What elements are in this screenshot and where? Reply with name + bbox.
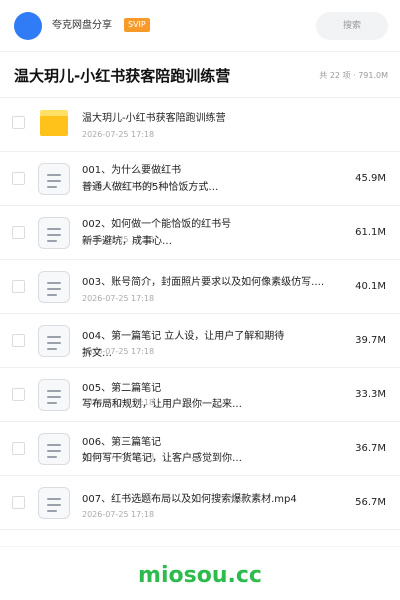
file-name: 002、如何做一个能恰饭的红书号 — [82, 219, 232, 230]
select-checkbox[interactable] — [12, 442, 25, 455]
document-icon — [38, 217, 70, 249]
select-checkbox[interactable] — [12, 388, 25, 401]
file-size: 39.7M — [355, 335, 386, 346]
select-checkbox[interactable] — [12, 280, 25, 293]
folder-icon — [40, 110, 68, 136]
document-icon — [38, 379, 70, 411]
file-description: 写布局和规划，让用户跟你一起来… — [82, 399, 242, 410]
list-item[interactable]: 温大玥儿-小红书获客陪跑训练营 2026-07-25 17:18 — [0, 98, 400, 152]
page-title: 温大玥儿-小红书获客陪跑训练营 — [14, 67, 231, 85]
file-date: 2026-07-25 17:18 — [82, 130, 155, 139]
select-checkbox[interactable] — [12, 116, 25, 129]
select-checkbox[interactable] — [12, 226, 25, 239]
file-size: 40.1M — [355, 281, 386, 292]
document-icon — [38, 433, 70, 465]
file-name: 007、红书选题布局以及如何搜索爆款素材.mp4 — [82, 494, 297, 505]
sharer-name: 夸克网盘分享 — [52, 20, 112, 31]
file-name: 005、第二篇笔记 — [82, 383, 162, 394]
file-name: 004、第一篇笔记 立人设，让用户了解和期待 — [82, 331, 285, 342]
file-description: 拆文… — [82, 348, 112, 359]
document-icon — [38, 271, 70, 303]
avatar[interactable] — [14, 12, 42, 40]
file-size: 61.1M — [355, 227, 386, 238]
list-item[interactable]: 005、第二篇笔记 2026-07-25 17:18 写布局和规划，让用户跟你一… — [0, 368, 400, 422]
svip-badge: SVIP — [124, 18, 150, 32]
document-icon — [38, 325, 70, 357]
list-item[interactable]: 004、第一篇笔记 立人设，让用户了解和期待 2026-07-25 17:18 … — [0, 314, 400, 368]
file-name: 003、账号简介，封面照片要求以及如何像素级仿写.… — [82, 277, 325, 288]
video-file-icon — [38, 487, 70, 519]
file-name: 001、为什么要做红书 — [82, 165, 182, 176]
list-item[interactable]: 003、账号简介，封面照片要求以及如何像素级仿写.… 2026-07-25 17… — [0, 260, 400, 314]
list-item[interactable]: 001、为什么要做红书 2026-07-25 17:18 普通人做红书的5种恰饭… — [0, 152, 400, 206]
list-item[interactable]: 006、第三篇笔记 2026-07-25 17:18 如何写干货笔记，让客户感觉… — [0, 422, 400, 476]
select-checkbox[interactable] — [12, 334, 25, 347]
file-size: 36.7M — [355, 443, 386, 454]
file-date: 2026-07-25 17:18 — [82, 510, 155, 519]
list-item[interactable]: 007、红书选题布局以及如何搜索爆款素材.mp4 2026-07-25 17:1… — [0, 476, 400, 530]
folder-stats: 共 22 项 · 791.0M — [319, 71, 388, 80]
folder-header: 温大玥儿-小红书获客陪跑训练营 共 22 项 · 791.0M — [0, 52, 400, 98]
list-item[interactable]: 002、如何做一个能恰饭的红书号 2026-07-25 17:18 新手避坑，成… — [0, 206, 400, 260]
top-bar: 夸克网盘分享 SVIP 搜索 — [0, 0, 400, 52]
file-description: 如何写干货笔记，让客户感觉到你… — [82, 453, 242, 464]
document-icon — [38, 163, 70, 195]
file-size: 33.3M — [355, 389, 386, 400]
select-checkbox[interactable] — [12, 172, 25, 185]
file-name: 006、第三篇笔记 — [82, 437, 162, 448]
file-list: 温大玥儿-小红书获客陪跑训练营 2026-07-25 17:18 001、为什么… — [0, 98, 400, 530]
file-size: 56.7M — [355, 497, 386, 508]
file-size: 45.9M — [355, 173, 386, 184]
file-name: 温大玥儿-小红书获客陪跑训练营 — [82, 113, 226, 124]
file-date: 2026-07-25 17:18 — [82, 294, 155, 303]
file-description: 新手避坑，成事心… — [82, 236, 172, 247]
select-checkbox[interactable] — [12, 496, 25, 509]
file-description: 普通人做红书的5种恰饭方式… — [82, 182, 219, 193]
search-input[interactable]: 搜索 — [316, 12, 388, 40]
watermark-band: miosou.cc — [0, 546, 400, 600]
watermark-text: miosou.cc — [138, 563, 262, 588]
